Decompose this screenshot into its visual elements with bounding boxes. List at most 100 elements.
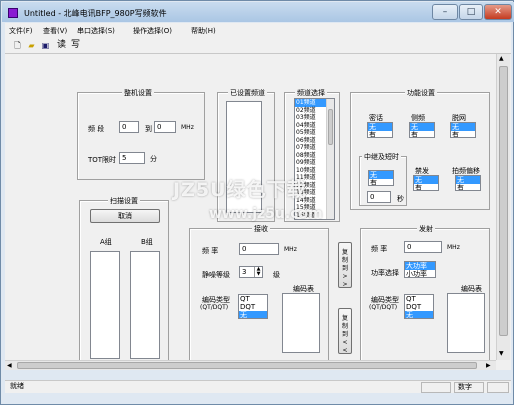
scan-settings-group: 扫描设置 取消 A组 B组 [79,196,169,364]
minimize-button[interactable]: – [432,4,458,20]
band-from-input[interactable]: 0 [119,121,139,133]
scroll-left-icon[interactable]: ◀ [7,362,12,369]
channel-select-group: 频道选择 01频道 02频道 03频道 04频道 05频道 06频道 07频道 08频道 09频… [284,88,340,222]
list-item[interactable]: DQT [405,303,433,311]
horizontal-scroll-thumb[interactable] [17,362,477,369]
new-file-icon[interactable]: 🗋 [11,39,24,52]
relay-seconds-input[interactable]: 0 [367,191,391,203]
tot-input[interactable]: 5 [119,152,145,164]
menu-file[interactable]: 文件(F) [9,26,33,36]
squelch-value: 3 [242,268,247,276]
rx-freq-label: 频 率 [202,247,219,255]
list-item[interactable]: QT [405,295,433,303]
status-num: 数字 [454,382,484,393]
toolbar: 🗋 ▰ ▣ 读 写 [5,37,511,54]
to-label: 到 [145,125,152,133]
channel-list-scrollbar[interactable] [326,99,334,219]
close-button[interactable]: ✕ [484,4,512,20]
menu-operation[interactable]: 操作选择(O) [133,26,172,36]
list-item[interactable]: 无 [451,123,475,131]
squelch-unit: 级 [273,271,280,279]
list-item[interactable]: 无 [410,123,434,131]
rx-code-type-sub: (QT/DQT) [200,304,229,311]
list-item[interactable]: 无 [414,176,438,184]
list-item[interactable]: 大功率 [405,262,435,270]
save-disk-icon[interactable]: ▣ [39,39,52,52]
tot-label: TOT限时 [88,156,117,164]
squelch-label: 静噪等级 [202,271,230,279]
minute-label: 分 [150,155,157,163]
tx-code-type-list[interactable]: QT DQT 无 [404,294,434,319]
tx-code-table-list[interactable] [447,293,485,353]
group-b-label: B组 [141,238,153,246]
rx-code-type-list[interactable]: QT DQT 无 [238,294,268,319]
band-to-input[interactable]: 0 [154,121,176,133]
vertical-scrollbar[interactable]: ▲ ▼ [496,54,510,360]
menu-help[interactable]: 帮助(H) [191,26,216,36]
maximize-button[interactable]: □ [459,4,483,20]
scroll-up-icon[interactable]: ▲ [499,55,504,62]
list-item[interactable]: DQT [239,303,267,311]
group-b-list[interactable] [130,251,160,359]
squelch-spinner[interactable]: 3 ▲ ▼ [239,266,263,278]
list-item[interactable]: 有 [410,131,434,137]
status-blank-pane [421,382,451,393]
scroll-down-icon[interactable]: ▼ [499,350,504,357]
set-channels-group: 已设置频道 [217,88,275,222]
group-title: 接收 [252,224,270,234]
scroll-right-icon[interactable]: ▶ [486,362,491,369]
encrypt-list[interactable]: 无 有 [367,122,393,138]
cancel-button[interactable]: 取消 [90,209,160,223]
quiet-list[interactable]: 无 有 [455,175,481,191]
list-item[interactable]: 无 [369,171,393,179]
menu-bar: 文件(F) 查看(V) 串口选择(S) 操作选择(O) 帮助(H) [5,23,511,37]
list-item[interactable]: 有 [451,131,475,137]
menu-serial-port[interactable]: 串口选择(S) [77,26,115,36]
spin-arrows-icon[interactable]: ▲ ▼ [254,267,262,277]
list-item[interactable]: 无 [405,311,433,318]
vertical-scroll-thumb[interactable] [499,66,508,336]
copy-to-tx-button[interactable]: 复制到>> [338,242,352,288]
menu-view[interactable]: 查看(V) [43,26,67,36]
list-item[interactable]: 无 [456,176,480,184]
power-label: 功率选择 [371,269,399,277]
tx-freq-input[interactable]: 0 [404,241,442,253]
list-item[interactable]: 有 [368,131,392,137]
list-item[interactable]: 有 [414,184,438,190]
write-button[interactable]: 写 [69,39,82,52]
machine-settings-group: 整机设置 频 段 0 到 0 MHz TOT限时 5 分 [77,88,205,180]
app-icon [8,8,18,18]
busy-list[interactable]: 无 有 [413,175,439,191]
offnet-list[interactable]: 无 有 [450,122,476,138]
relay-label: 中继及短时 [362,152,401,162]
app-window: Untitled - 北峰电讯BFP_980P写频软件 – □ ✕ 文件(F) … [0,0,514,405]
relay-list[interactable]: 无 有 [368,170,394,186]
rx-code-table-list[interactable] [282,293,320,353]
open-folder-icon[interactable]: ▰ [25,39,38,52]
power-list[interactable]: 大功率 小功率 [404,261,436,278]
read-button[interactable]: 读 [55,39,68,52]
list-item[interactable]: 无 [368,123,392,131]
window-title: Untitled - 北峰电讯BFP_980P写频软件 [24,9,167,18]
copy-to-rx-button[interactable]: 复制到<< [338,308,352,354]
list-item[interactable]: 有 [369,179,393,185]
list-item[interactable]: 无 [239,311,267,318]
title-bar[interactable]: Untitled - 北峰电讯BFP_980P写频软件 – □ ✕ [2,2,514,22]
seconds-label: 秒 [397,195,404,203]
rx-freq-unit: MHz [284,246,297,253]
list-item[interactable]: QT [239,295,267,303]
copy-to-tx-label: 复制到>> [341,249,348,288]
transmit-group: 发射 频 率 0 MHz 功率选择 大功率 小功率 编码类型 (QT/DQT) … [360,224,490,364]
receive-group: 接收 频 率 0 MHz 静噪等级 3 ▲ ▼ 级 编码类型 (QT/DQT) Q… [189,224,329,364]
group-a-label: A组 [100,238,112,246]
side-list[interactable]: 无 有 [409,122,435,138]
group-title: 已设置频道 [228,88,267,98]
watermark-url: www.jz5u.com [209,206,323,222]
list-item[interactable]: 小功率 [405,270,435,277]
group-title: 频道选择 [295,88,327,98]
horizontal-scrollbar[interactable]: ◀ ▶ [5,360,496,370]
list-item[interactable]: 有 [456,184,480,190]
scroll-thumb[interactable] [328,109,333,145]
rx-freq-input[interactable]: 0 [239,243,279,255]
group-a-list[interactable] [90,251,120,359]
